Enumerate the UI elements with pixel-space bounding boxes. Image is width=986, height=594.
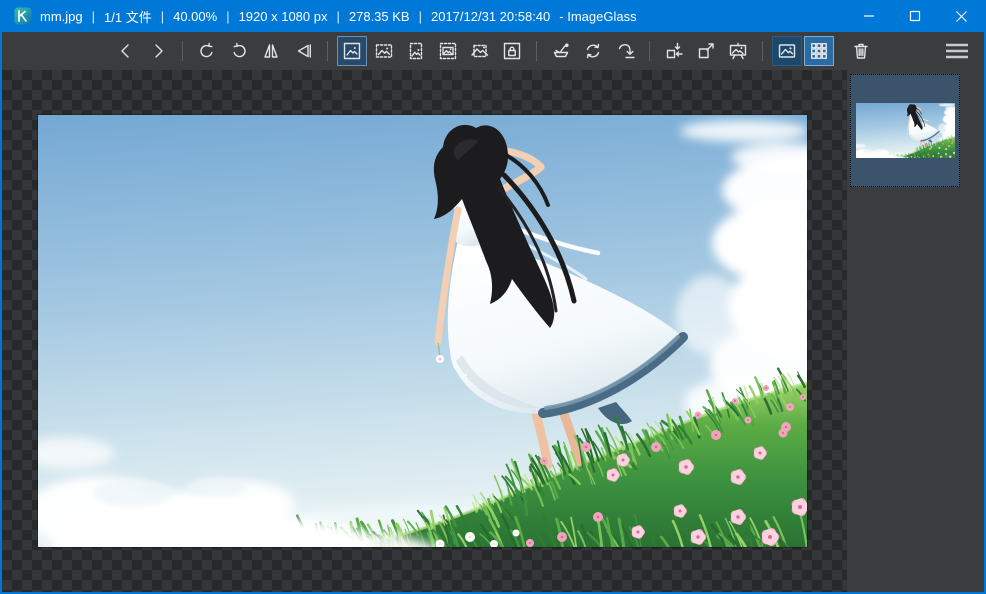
thumbnail-panel [847, 70, 984, 592]
scale-to-width-button[interactable] [369, 36, 399, 66]
close-button[interactable] [938, 0, 984, 32]
main-area [2, 70, 984, 592]
toolbar-separator [327, 41, 328, 61]
window-controls [846, 0, 984, 32]
flip-vertical-button[interactable] [288, 36, 318, 66]
toolbar-separator [536, 41, 537, 61]
title-filename: mm.jpg [40, 9, 83, 24]
image-viewer[interactable] [2, 70, 847, 592]
titlebar: mm.jpg | 1/1 文件 | 40.00% | 1920 x 1080 p… [2, 0, 984, 32]
rotate-clockwise-button[interactable] [224, 36, 254, 66]
displayed-image[interactable] [38, 115, 807, 547]
title-separator: | [226, 9, 229, 24]
refresh-button[interactable] [578, 36, 608, 66]
minimize-button[interactable] [846, 0, 892, 32]
titlebar-text: mm.jpg | 1/1 文件 | 40.00% | 1920 x 1080 p… [40, 7, 637, 26]
next-image-button[interactable] [143, 36, 173, 66]
scale-to-fill-button[interactable] [465, 36, 495, 66]
flip-horizontal-button[interactable] [256, 36, 286, 66]
full-screen-button[interactable] [691, 36, 721, 66]
delete-image-button[interactable] [846, 36, 876, 66]
title-file-size: 278.35 KB [349, 9, 410, 24]
scale-to-fit-button[interactable] [433, 36, 463, 66]
previous-image-button[interactable] [111, 36, 141, 66]
title-file-count: 1/1 文件 [104, 7, 152, 26]
thumbnail-panel-button[interactable] [804, 36, 834, 66]
title-separator: | [161, 9, 164, 24]
title-dimensions: 1920 x 1080 px [239, 9, 328, 24]
title-separator: | [419, 9, 422, 24]
rotate-counterclockwise-button[interactable] [192, 36, 222, 66]
adjust-window-to-image-button[interactable] [659, 36, 689, 66]
checkerboard-background-button[interactable] [772, 36, 802, 66]
auto-zoom-button[interactable] [337, 36, 367, 66]
edit-image-button[interactable] [546, 36, 576, 66]
title-timestamp: 2017/12/31 20:58:40 [431, 9, 550, 24]
imageglass-logo-icon[interactable] [14, 7, 32, 25]
go-to-page-button[interactable] [610, 36, 640, 66]
lock-zoom-ratio-button[interactable] [497, 36, 527, 66]
slideshow-button[interactable] [723, 36, 753, 66]
thumbnail-image [856, 103, 955, 158]
imageglass-window: mm.jpg | 1/1 文件 | 40.00% | 1920 x 1080 p… [0, 0, 986, 594]
title-app-name: - ImageGlass [559, 9, 636, 24]
title-separator: | [336, 9, 339, 24]
toolbar-separator [182, 41, 183, 61]
maximize-button[interactable] [892, 0, 938, 32]
toolbar-separator [762, 41, 763, 61]
thumbnail-item-selected[interactable] [850, 74, 960, 187]
main-menu-button[interactable] [940, 36, 974, 66]
title-zoom-level: 40.00% [173, 9, 217, 24]
title-separator: | [92, 9, 95, 24]
scale-to-height-button[interactable] [401, 36, 431, 66]
toolbar [2, 32, 984, 70]
toolbar-separator [649, 41, 650, 61]
